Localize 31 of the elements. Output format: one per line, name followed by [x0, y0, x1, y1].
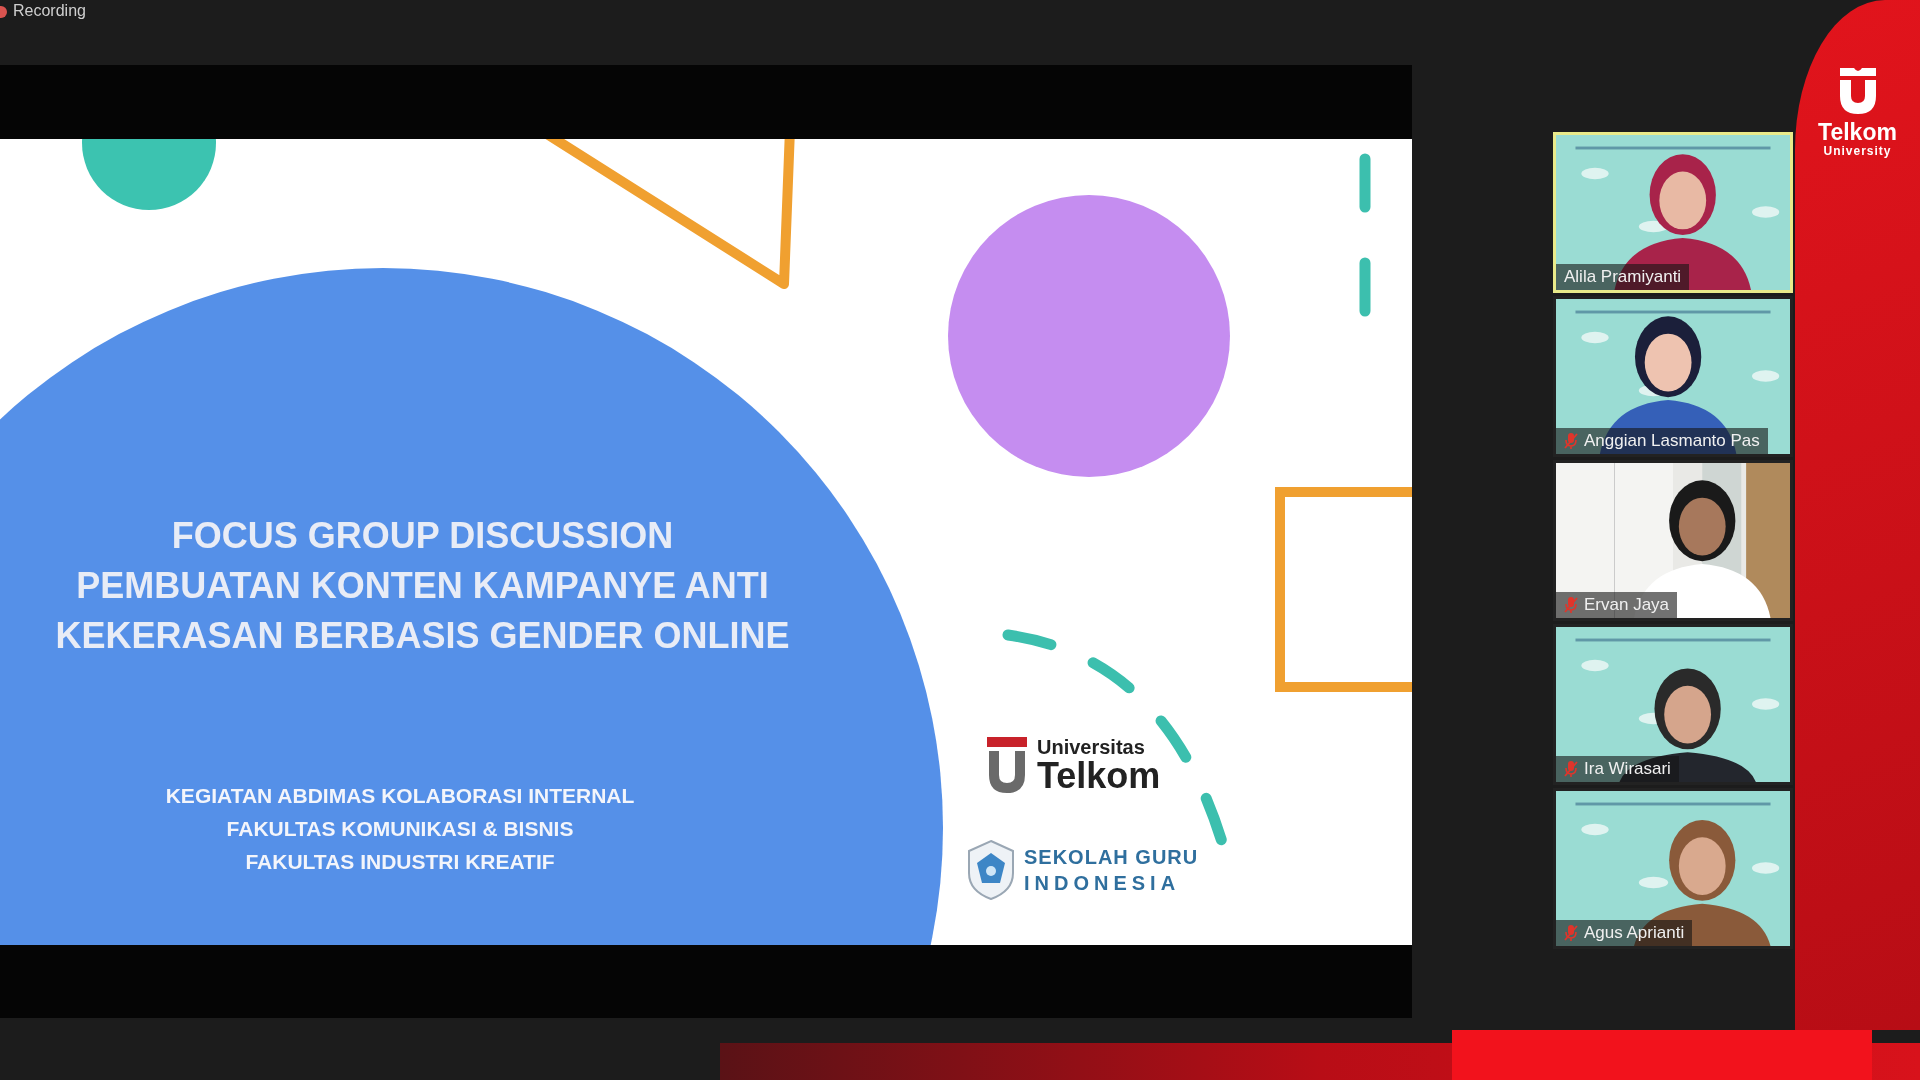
participant-name: Anggian Lasmanto Pas	[1584, 431, 1760, 451]
video-tile[interactable]: Agus Aprianti	[1553, 788, 1793, 949]
logo-text: SEKOLAH GURU	[1024, 845, 1199, 870]
brand-name: Telkom	[1818, 120, 1897, 144]
slide-subtitle: KEGIATAN ABDIMAS KOLABORASI INTERNAL	[165, 783, 635, 809]
participant-name: Ira Wirasari	[1584, 759, 1671, 779]
brand-subtitle: University	[1823, 144, 1892, 158]
recording-label: Recording	[13, 2, 86, 20]
slide-title: FOCUS GROUP DISCUSSION	[171, 514, 674, 558]
muted-mic-icon	[1564, 924, 1578, 942]
slide-title: PEMBUATAN KONTEN KAMPANYE ANTI	[76, 564, 769, 608]
shield-logo-icon	[966, 839, 1016, 901]
dash-mark	[1359, 257, 1371, 317]
logo-text: Universitas	[1037, 736, 1146, 758]
slide-subtitle: FAKULTAS INDUSTRI KREATIF	[245, 849, 555, 875]
university-logo-icon	[985, 735, 1029, 795]
video-tile[interactable]: Ervan Jaya	[1553, 460, 1793, 621]
video-tile[interactable]: Anggian Lasmanto Pas	[1553, 296, 1793, 457]
participant-name: Ervan Jaya	[1584, 595, 1670, 615]
participant-name: Agus Aprianti	[1584, 923, 1685, 943]
video-tile[interactable]: Ira Wirasari	[1553, 624, 1793, 785]
participant-name: Alila Pramiyanti	[1564, 267, 1682, 287]
video-tile[interactable]: Alila Pramiyanti	[1553, 132, 1793, 293]
muted-mic-icon	[1564, 596, 1578, 614]
slide-title: KEKERASAN BERBASIS GENDER ONLINE	[55, 614, 790, 658]
slide-subtitle: FAKULTAS KOMUNIKASI & BISNIS	[226, 816, 574, 842]
muted-mic-icon	[1564, 432, 1578, 450]
dash-mark	[1359, 153, 1371, 213]
muted-mic-icon	[1564, 760, 1578, 778]
logo-text: INDONESIA	[1024, 871, 1182, 896]
logo-text: Telkom	[1037, 758, 1161, 794]
